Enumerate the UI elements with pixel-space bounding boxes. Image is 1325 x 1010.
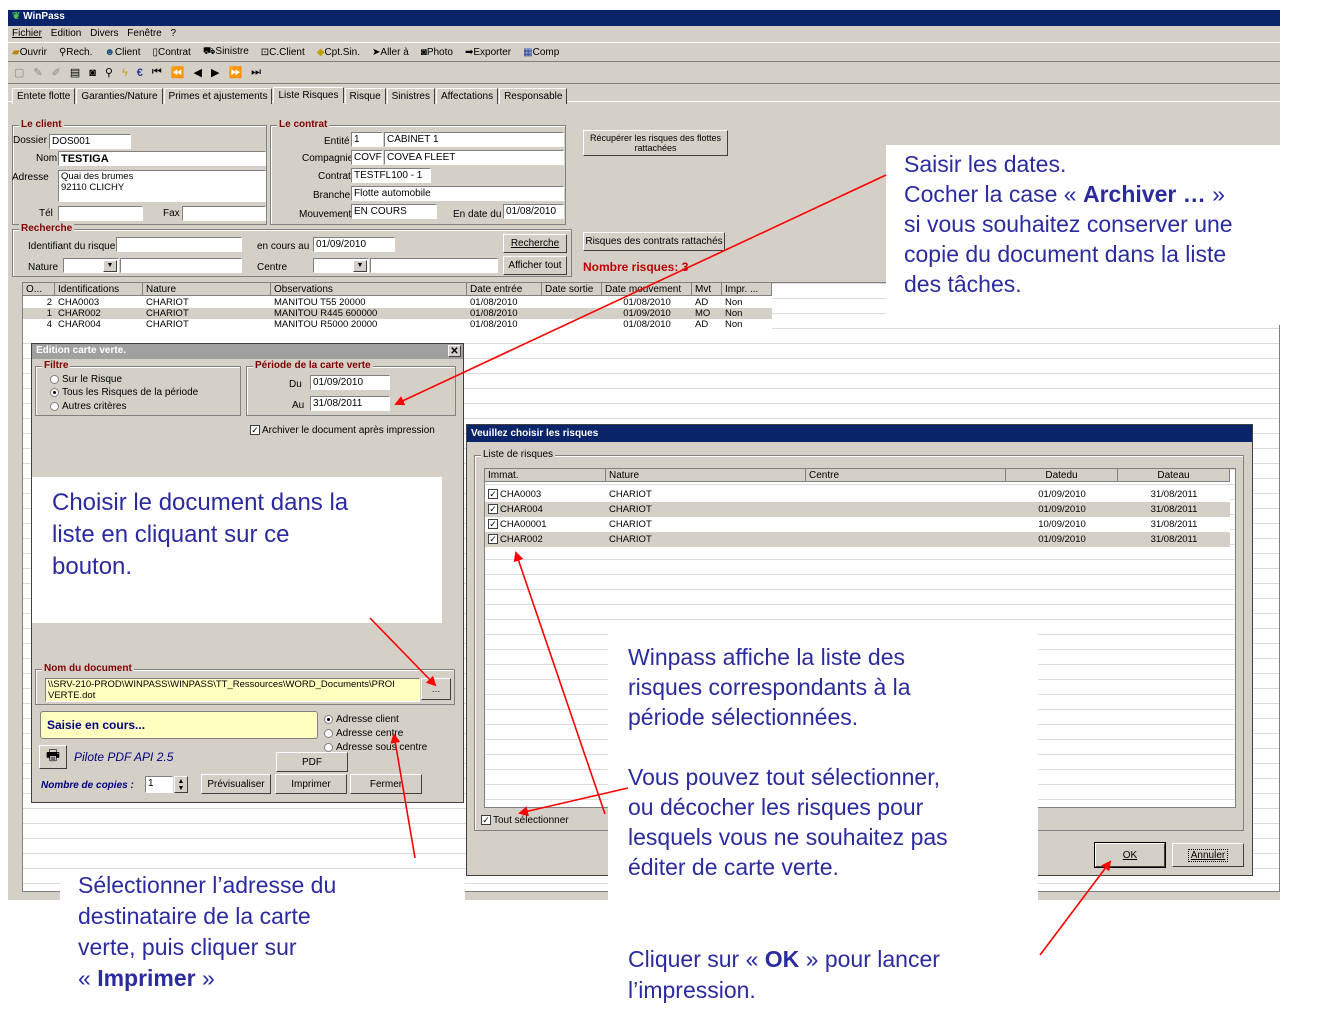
arrow-to-dates (394, 174, 887, 406)
annotation-arrows (369, 174, 1112, 956)
arrow-to-browse (369, 617, 437, 687)
arrow-to-ok (1039, 860, 1112, 956)
arrow-to-list (513, 551, 606, 815)
arrow-to-tout (518, 787, 629, 817)
arrow-to-adresse (390, 733, 416, 859)
